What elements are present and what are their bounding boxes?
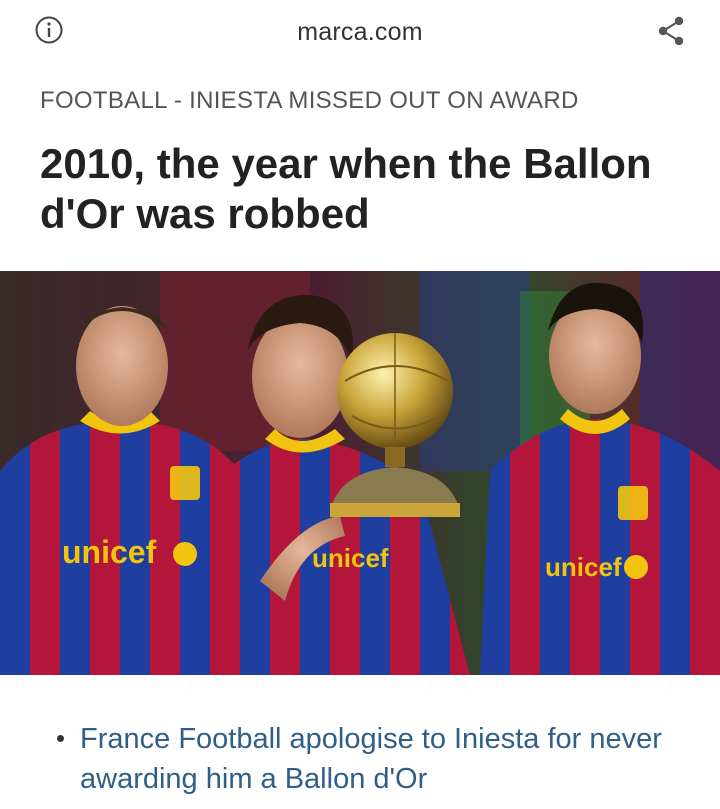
article-category[interactable]: FOOTBALL - INIESTA MISSED OUT ON AWARD bbox=[40, 87, 579, 115]
jersey-text-left: unicef bbox=[62, 534, 157, 570]
bullet-icon bbox=[57, 735, 64, 742]
share-icon[interactable] bbox=[654, 14, 688, 48]
ballon-dor-trophy bbox=[330, 333, 460, 517]
related-links: France Football apologise to Iniesta for… bbox=[0, 705, 720, 805]
hero-image: unicef unicef unicef bbox=[0, 271, 720, 675]
hero-photo: unicef unicef unicef bbox=[0, 271, 720, 675]
related-article-link[interactable]: France Football apologise to Iniesta for… bbox=[80, 719, 680, 799]
jersey-text-center: unicef bbox=[312, 543, 389, 573]
browser-top-bar: marca.com bbox=[0, 0, 720, 66]
article-headline: 2010, the year when the Ballon d'Or was … bbox=[40, 140, 652, 237]
url-domain[interactable]: marca.com bbox=[0, 18, 720, 47]
jersey-text-right: unicef bbox=[545, 552, 622, 582]
